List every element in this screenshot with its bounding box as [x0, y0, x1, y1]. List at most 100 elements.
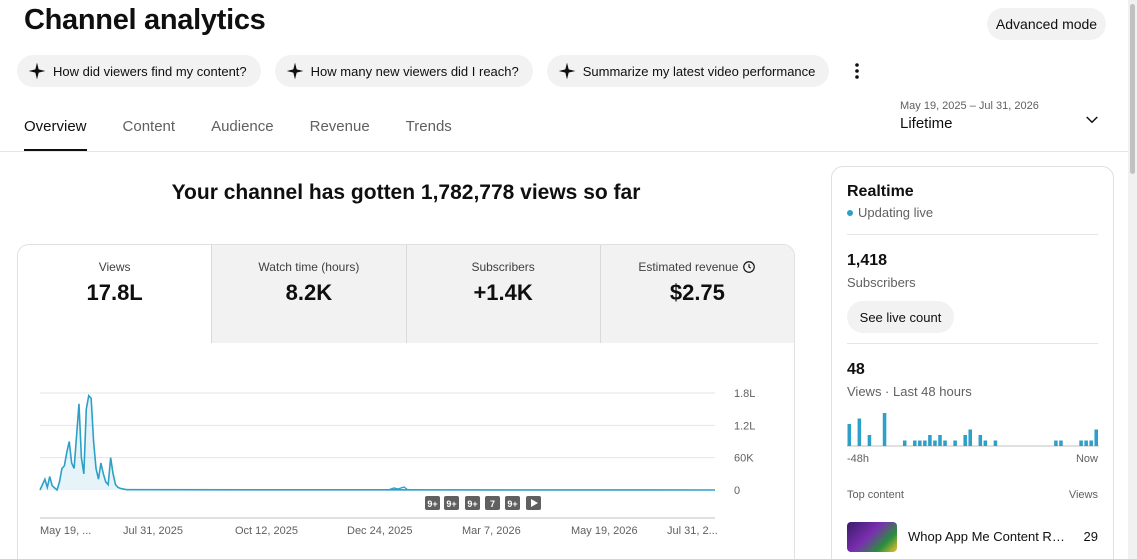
x-tick-label: May 19, ... [40, 525, 91, 537]
date-range-selector[interactable]: May 19, 2025 – Jul 31, 2026 Lifetime [900, 100, 1039, 132]
realtime-bar [1089, 440, 1093, 446]
realtime-bar [913, 440, 917, 446]
overview-card: Views 17.8L Watch time (hours) 8.2K Subs… [17, 244, 795, 559]
realtime-views-count: 48 [847, 361, 865, 378]
realtime-bar [1054, 440, 1058, 446]
metric-value: +1.4K [473, 280, 533, 305]
advanced-mode-button[interactable]: Advanced mode [987, 8, 1106, 40]
realtime-bar [938, 435, 942, 446]
y-tick-label: 0 [734, 485, 740, 497]
tab-content[interactable]: Content [123, 118, 176, 151]
clock-icon [743, 261, 756, 273]
realtime-bar [1079, 440, 1083, 446]
realtime-title: Realtime [847, 183, 914, 200]
realtime-bar [867, 435, 872, 446]
x-tick-label: Dec 24, 2025 [347, 525, 412, 537]
metric-subscribers[interactable]: Subscribers +1.4K [405, 245, 600, 343]
chip-viewer-sources[interactable]: How did viewers find my content? [17, 55, 261, 87]
mini-end-label: Now [1075, 453, 1098, 465]
realtime-bar [963, 435, 967, 446]
views-header: Views [1068, 489, 1098, 501]
views-area [40, 395, 715, 490]
realtime-bar [847, 424, 852, 446]
suggestion-chips: How did viewers find my content? How man… [17, 55, 867, 87]
realtime-bar [933, 440, 937, 446]
x-tick-label: Mar 7, 2026 [462, 525, 521, 537]
metric-value: 8.2K [285, 280, 333, 305]
views-series-line [39, 393, 716, 492]
annotation-marker-label: 7 [490, 499, 495, 509]
x-tick-label: Jul 31, 2025 [123, 525, 183, 537]
tab-trends[interactable]: Trends [406, 118, 452, 151]
realtime-bar [993, 440, 998, 446]
more-options-icon[interactable] [847, 55, 867, 87]
realtime-bar [902, 440, 907, 446]
realtime-bar [882, 413, 887, 446]
metric-label-row: Estimated revenue [638, 260, 756, 274]
metric-revenue[interactable]: Estimated revenue $2.75 [599, 245, 794, 343]
realtime-bar [857, 418, 862, 446]
x-tick-label: May 19, 2026 [571, 525, 638, 537]
mini-start-label: -48h [847, 453, 870, 465]
metric-value: $2.75 [669, 280, 725, 305]
analytics-page: Channel analytics Advanced mode How did … [0, 0, 1137, 559]
chip-new-viewers[interactable]: How many new viewers did I reach? [274, 55, 533, 87]
chip-label: How did viewers find my content? [53, 63, 247, 79]
tab-revenue[interactable]: Revenue [310, 118, 370, 151]
subscriber-label: Subscribers [847, 275, 916, 290]
subscriber-count: 1,418 [847, 252, 888, 269]
date-range-label: Lifetime [900, 115, 953, 132]
chip-label: How many new viewers did I reach? [310, 63, 519, 79]
chip-latest-video[interactable]: Summarize my latest video performance [546, 55, 830, 87]
realtime-bar [968, 429, 972, 446]
realtime-status: Updating live [847, 205, 933, 220]
chevron-down-icon[interactable] [1083, 111, 1101, 129]
metric-label: Subscribers [471, 260, 535, 274]
realtime-bar [978, 435, 983, 446]
top-video-title[interactable]: Whop App Me Content Rewards [908, 529, 1068, 544]
realtime-bar [1059, 440, 1063, 446]
top-content-label: Top content [847, 489, 904, 501]
scrollbar-thumb[interactable] [1130, 4, 1135, 174]
realtime-bar [983, 440, 988, 446]
metric-label: Watch time (hours) [258, 260, 360, 274]
divider [847, 343, 1098, 344]
metric-label: Views [98, 260, 131, 274]
realtime-bar [928, 435, 932, 446]
views-headline: Your channel has gotten 1,782,778 views … [171, 181, 641, 204]
realtime-bar [923, 440, 927, 446]
realtime-bar [1094, 429, 1098, 446]
page-title: Channel analytics [24, 4, 266, 36]
sparkle-icon [286, 62, 303, 80]
metric-views[interactable]: Views 17.8L [18, 245, 212, 343]
metric-label: Estimated revenue [638, 260, 739, 274]
realtime-bar-chart [847, 413, 1099, 447]
y-tick-label: 1.2L [734, 420, 755, 432]
x-tick-label: Oct 12, 2025 [235, 525, 298, 537]
top-video-views: 29 [1083, 529, 1098, 544]
date-range-dates: May 19, 2025 – Jul 31, 2026 [900, 100, 1039, 112]
y-tick-label: 60K [734, 453, 754, 465]
realtime-bar [1084, 440, 1088, 446]
annotation-marker-label: 9+ [467, 499, 477, 509]
metric-tabs: Views 17.8L Watch time (hours) 8.2K Subs… [18, 245, 794, 343]
live-dot-icon [847, 209, 853, 216]
metric-watch-time[interactable]: Watch time (hours) 8.2K [211, 245, 406, 343]
realtime-bar [943, 440, 947, 446]
annotation-marker-label: 9+ [427, 499, 437, 509]
tab-audience[interactable]: Audience [211, 118, 274, 151]
realtime-status-text: Updating live [858, 205, 934, 220]
realtime-bar [918, 440, 922, 446]
see-live-count-button[interactable]: See live count [847, 301, 954, 333]
sparkle-icon [28, 62, 46, 80]
video-thumbnail[interactable] [847, 522, 897, 552]
views-line-chart: 1.8L 1.2L 60K 0 May 19, ... Jul 31, 2025 Oct 1… [39, 388, 755, 537]
realtime-card: Realtime Updating live 1,418 Subscribers… [831, 166, 1114, 559]
y-tick-label: 1.8L [734, 388, 755, 400]
divider [847, 234, 1098, 235]
sparkle-icon [558, 62, 576, 80]
tab-overview[interactable]: Overview [24, 118, 87, 151]
annotation-marker-label: 9+ [507, 499, 517, 509]
realtime-views-label: Views · Last 48 hours [847, 384, 972, 399]
metric-value: 17.8L [86, 280, 143, 305]
